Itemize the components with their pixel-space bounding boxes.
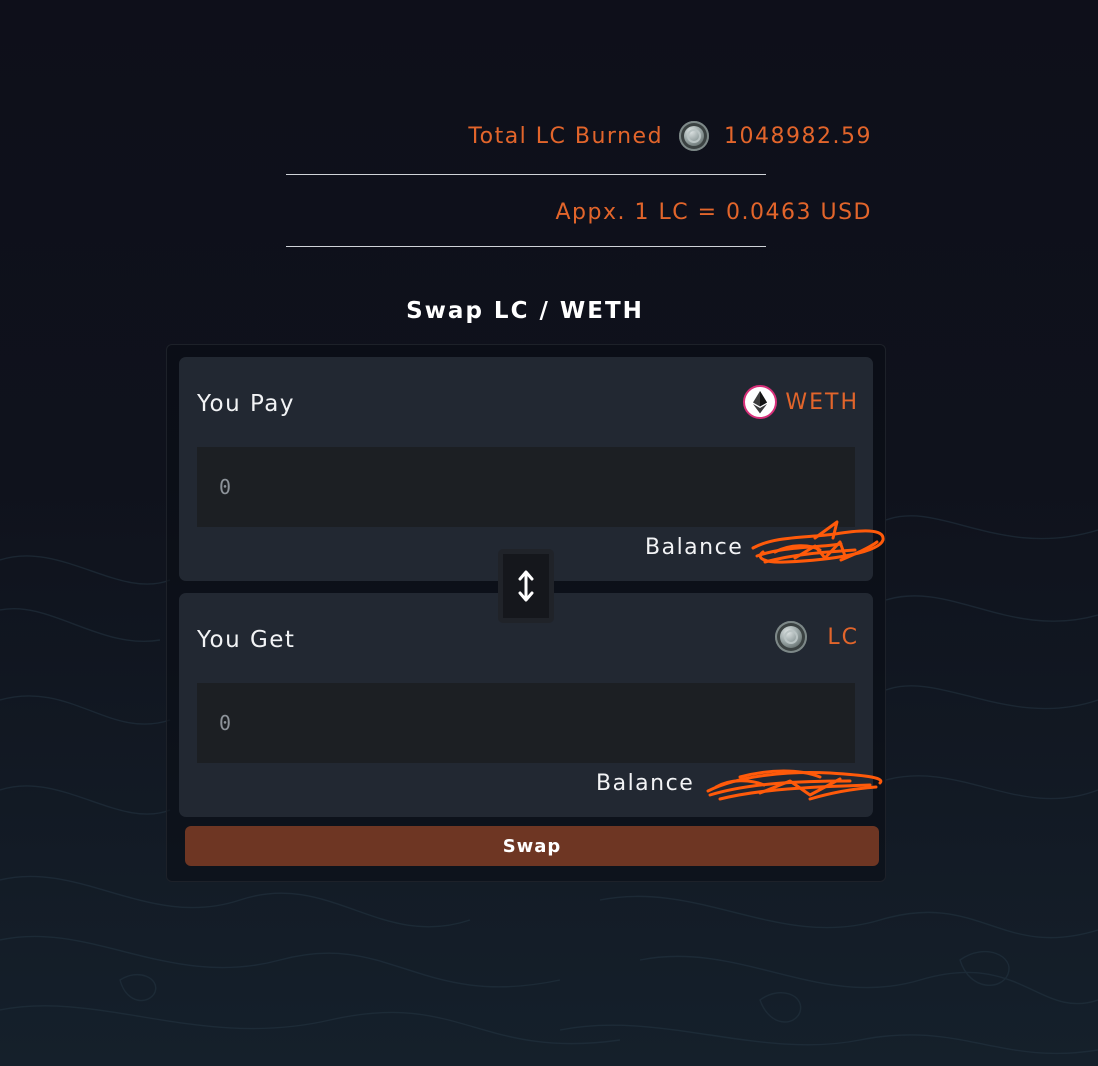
total-burned-stat: Total LC Burned 1048982.59: [468, 121, 872, 151]
pay-panel: You Pay WETH Balance: [179, 357, 873, 581]
divider: [286, 174, 766, 175]
price-stat: Appx. 1 LC = 0.0463 USD: [556, 200, 873, 225]
total-burned-value: 1048982.59: [724, 123, 872, 149]
pay-token-selector[interactable]: WETH: [743, 385, 859, 419]
lc-coin-icon: [775, 621, 808, 653]
eth-icon: [743, 385, 778, 419]
swap-title: Swap LC / WETH: [406, 298, 644, 324]
pay-amount-input[interactable]: [197, 447, 855, 527]
pay-label: You Pay: [197, 391, 295, 417]
swap-button[interactable]: Swap: [185, 826, 879, 866]
divider: [286, 246, 766, 247]
get-panel: You Get LC Balance: [179, 593, 873, 817]
up-down-arrow-icon: [518, 570, 534, 602]
pay-token-name: WETH: [785, 389, 859, 415]
lc-coin-icon: [679, 121, 710, 151]
pay-balance-label: Balance: [645, 535, 744, 560]
get-amount-input[interactable]: [197, 683, 855, 763]
total-burned-label: Total LC Burned: [468, 123, 664, 149]
get-label: You Get: [197, 627, 296, 653]
switch-direction-button[interactable]: [498, 549, 554, 623]
get-token-name: LC: [827, 624, 859, 650]
get-token-selector[interactable]: LC: [775, 621, 859, 653]
get-balance-label: Balance: [596, 771, 695, 796]
price-text: Appx. 1 LC = 0.0463 USD: [555, 200, 872, 225]
